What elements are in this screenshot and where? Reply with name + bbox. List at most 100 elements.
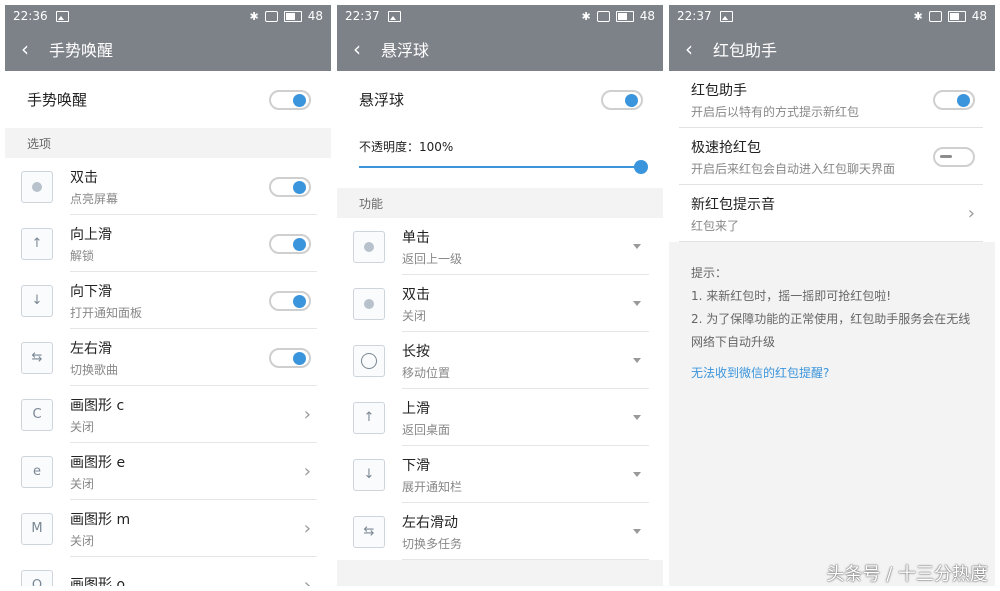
item-subtitle: 返回上一级	[402, 251, 463, 266]
list-item[interactable]: ⇆ 左右滑 切换歌曲	[5, 329, 331, 386]
draw-o-icon: O	[21, 569, 53, 586]
back-arrow-icon[interactable]: ‹	[669, 39, 709, 59]
chevron-right-icon: ›	[303, 575, 311, 586]
section-header: 选项	[27, 136, 52, 151]
master-toggle-row[interactable]: 悬浮球	[337, 71, 663, 128]
item-subtitle: 打开通知面板	[70, 305, 143, 320]
item-title: 红包助手	[691, 82, 747, 99]
master-toggle-row[interactable]: 手势唤醒	[5, 71, 331, 128]
notification-sound-row[interactable]: 新红包提示音 红包来了 ›	[669, 185, 995, 242]
item-toggle[interactable]	[933, 146, 975, 167]
list-item[interactable]: ↓ 下滑 展开通知栏	[337, 446, 663, 503]
item-toggle[interactable]	[933, 89, 975, 110]
item-title: 画图形 c	[70, 397, 125, 414]
swipe-down-icon: ↓	[353, 458, 385, 491]
single-tap-icon	[353, 230, 385, 263]
master-toggle-label: 悬浮球	[359, 91, 405, 109]
item-subtitle: 切换歌曲	[70, 362, 119, 377]
item-toggle[interactable]	[269, 233, 311, 254]
item-subtitle: 关闭	[70, 476, 95, 491]
item-subtitle: 关闭	[70, 533, 95, 548]
item-subtitle: 红包来了	[691, 218, 740, 233]
item-toggle[interactable]	[269, 290, 311, 311]
list-item[interactable]: C 画图形 c 关闭 ›	[5, 386, 331, 443]
battery-level: 48	[307, 9, 323, 23]
bluetooth-icon: ✱	[249, 9, 259, 23]
item-toggle[interactable]	[269, 347, 311, 368]
item-title: 上滑	[402, 400, 430, 417]
item-subtitle: 关闭	[70, 419, 95, 434]
dropdown-arrow-icon[interactable]	[633, 529, 641, 534]
draw-c-icon: C	[21, 398, 53, 431]
opacity-slider-thumb[interactable]	[634, 160, 648, 174]
status-time: 22:37	[677, 9, 712, 23]
item-title: 双击	[70, 169, 98, 186]
image-notification-icon	[55, 10, 69, 22]
master-toggle[interactable]	[269, 89, 311, 110]
double-tap-icon	[353, 287, 385, 320]
item-subtitle: 移动位置	[402, 365, 451, 380]
list-item[interactable]: 单击 返回上一级	[337, 218, 663, 275]
swipe-left-right-icon: ⇆	[353, 515, 385, 548]
draw-m-icon: M	[21, 512, 53, 545]
back-arrow-icon[interactable]: ‹	[5, 39, 45, 59]
dropdown-arrow-icon[interactable]	[633, 301, 641, 306]
vibrate-icon	[928, 10, 942, 22]
title-bar: ‹ 悬浮球	[337, 27, 663, 71]
item-subtitle: 点亮屏幕	[70, 191, 119, 206]
help-link[interactable]: 无法收到微信的红包提醒?	[669, 354, 995, 391]
image-notification-icon	[719, 10, 733, 22]
dropdown-arrow-icon[interactable]	[633, 358, 641, 363]
battery-level: 48	[639, 9, 655, 23]
status-bar: 22:36 ✱ 48	[5, 5, 331, 27]
item-subtitle: 切换多任务	[402, 536, 463, 551]
tips-block: 提示： 1. 来新红包时，摇一摇即可抢红包啦! 2. 为了保障功能的正常使用，红…	[669, 242, 995, 354]
battery-level: 48	[971, 9, 987, 23]
item-title: 向上滑	[70, 226, 112, 243]
dropdown-arrow-icon[interactable]	[633, 244, 641, 249]
opacity-label: 不透明度：100%	[359, 140, 454, 154]
section-header: 功能	[359, 196, 384, 211]
page-title: 手势唤醒	[49, 41, 114, 60]
swipe-down-icon: ↓	[21, 284, 53, 317]
watermark: 头条号 / 十三分热度	[826, 564, 988, 585]
item-toggle[interactable]	[269, 176, 311, 197]
chevron-right-icon: ›	[303, 518, 311, 539]
dropdown-arrow-icon[interactable]	[633, 472, 641, 477]
status-time: 22:37	[345, 9, 380, 23]
list-item[interactable]: ↑ 向上滑 解锁	[5, 215, 331, 272]
red-packet-assistant-row[interactable]: 红包助手 开启后以特有的方式提示新红包	[669, 71, 995, 128]
back-arrow-icon[interactable]: ‹	[337, 39, 377, 59]
list-item[interactable]: ↑ 上滑 返回桌面	[337, 389, 663, 446]
fast-grab-row[interactable]: 极速抢红包 开启后来红包会自动进入红包聊天界面	[669, 128, 995, 185]
list-item[interactable]: 双击 点亮屏幕	[5, 158, 331, 215]
page-title: 悬浮球	[381, 41, 430, 60]
tips-line-2: 2. 为了保障功能的正常使用，红包助手服务会在无线网络下自动升级	[691, 312, 971, 349]
list-item[interactable]: ⇆ 左右滑动 切换多任务	[337, 503, 663, 560]
item-title: 画图形 o	[70, 577, 126, 586]
vibrate-icon	[264, 10, 278, 22]
tips-heading: 提示：	[691, 266, 728, 280]
item-title: 画图形 m	[70, 511, 131, 528]
list-item[interactable]: ↓ 向下滑打开通知面板	[5, 272, 331, 329]
page-title: 红包助手	[713, 41, 778, 60]
list-item[interactable]: 双击 关闭	[337, 275, 663, 332]
title-bar: ‹ 手势唤醒	[5, 27, 331, 71]
title-bar: ‹ 红包助手	[669, 27, 995, 71]
item-title: 单击	[402, 229, 430, 246]
list-item[interactable]: 长按 移动位置	[337, 332, 663, 389]
list-item[interactable]: O 画图形 o ›	[5, 557, 331, 586]
item-title: 画图形 e	[70, 454, 126, 471]
item-title: 新红包提示音	[691, 196, 775, 213]
dropdown-arrow-icon[interactable]	[633, 415, 641, 420]
item-title: 向下滑	[70, 283, 112, 300]
item-title: 双击	[402, 286, 430, 303]
list-item[interactable]: M 画图形 m 关闭 ›	[5, 500, 331, 557]
battery-icon	[947, 10, 966, 22]
opacity-slider-track[interactable]	[359, 166, 641, 168]
list-item[interactable]: e 画图形 e 关闭 ›	[5, 443, 331, 500]
draw-e-icon: e	[21, 455, 53, 488]
chevron-right-icon: ›	[303, 461, 311, 482]
opacity-slider-block: 不透明度：100%	[337, 128, 663, 188]
master-toggle[interactable]	[601, 89, 643, 110]
